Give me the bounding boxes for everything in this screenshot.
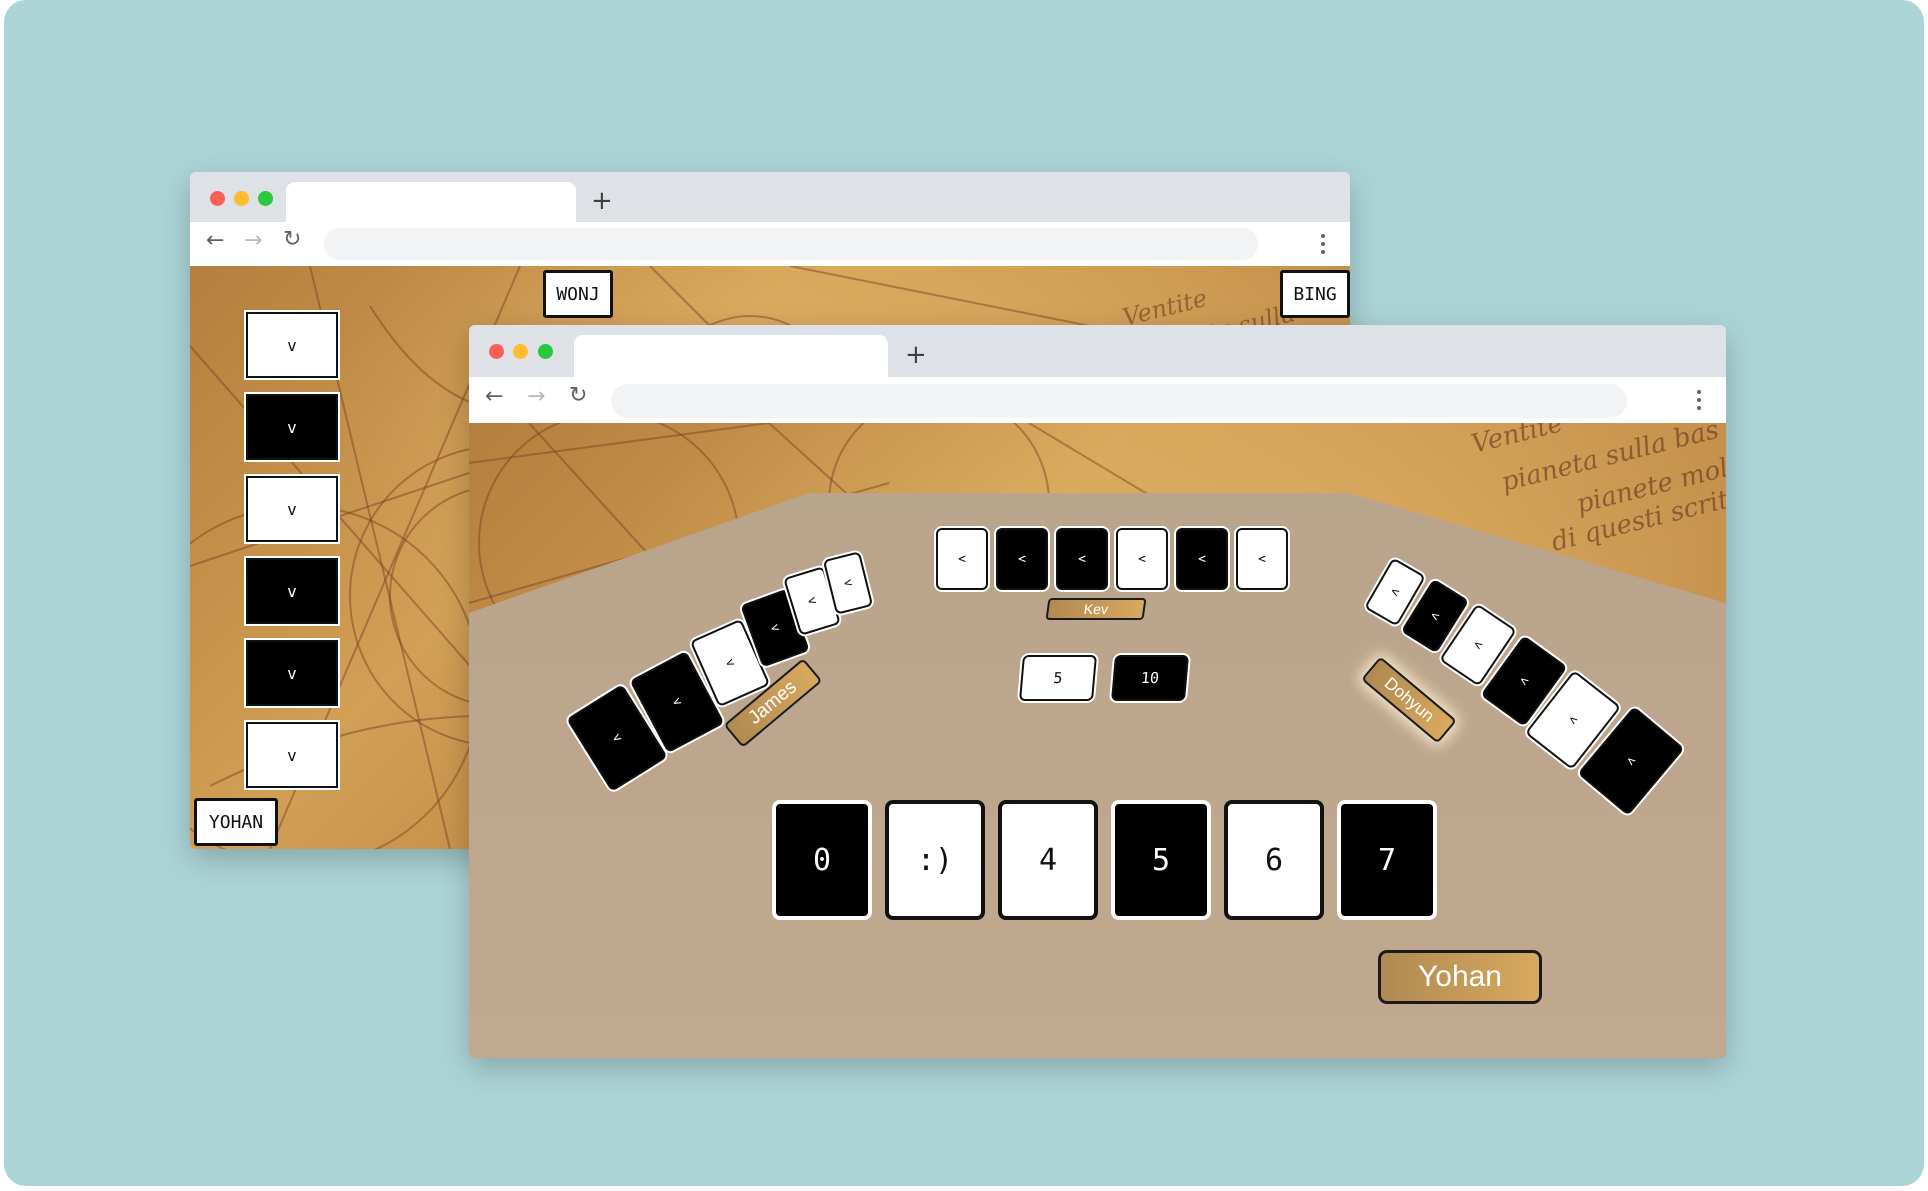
backdrop: + ← → ↻ Ventite WONJ BING YOHAN v v v v …: [4, 0, 1924, 1186]
close-window-icon[interactable]: [489, 344, 504, 359]
back-arrow-icon[interactable]: ←: [485, 386, 503, 408]
front-title-bar: +: [469, 325, 1726, 377]
face-down-card: v: [246, 558, 338, 624]
maximize-window-icon[interactable]: [538, 344, 553, 359]
player-name-yohan: YOHAN: [194, 798, 278, 846]
face-down-card: v: [246, 722, 338, 788]
back-title-bar: +: [190, 172, 1350, 222]
opponent-card: <: [1056, 528, 1108, 590]
front-toolbar: ← → ↻: [469, 377, 1726, 423]
face-down-card: v: [246, 640, 338, 706]
opponent-card: <: [936, 528, 988, 590]
center-card: 10: [1110, 655, 1190, 701]
my-hand-card[interactable]: 0: [772, 800, 872, 920]
minimize-window-icon[interactable]: [513, 344, 528, 359]
front-game-viewport: Ventite pianeta sulla bas pianete molto …: [469, 423, 1726, 1058]
opponent-nameplate-kev: Kev: [1045, 598, 1147, 620]
address-bar[interactable]: [324, 228, 1258, 260]
minimize-window-icon[interactable]: [234, 191, 249, 206]
my-hand-card[interactable]: 5: [1111, 800, 1211, 920]
new-tab-plus-icon[interactable]: +: [905, 342, 927, 368]
maximize-window-icon[interactable]: [258, 191, 273, 206]
forward-arrow-icon[interactable]: →: [244, 230, 262, 252]
face-down-card: v: [246, 312, 338, 378]
browser-menu-icon[interactable]: [1321, 234, 1325, 258]
reload-icon[interactable]: ↻: [283, 229, 301, 251]
my-hand-card[interactable]: 4: [998, 800, 1098, 920]
browser-menu-icon[interactable]: [1697, 390, 1701, 414]
forward-arrow-icon[interactable]: →: [527, 386, 545, 408]
player-name-wonj: WONJ: [543, 270, 613, 318]
face-down-card: v: [246, 476, 338, 542]
face-down-card: v: [246, 394, 338, 460]
opponent-card: <: [1176, 528, 1228, 590]
my-hand-card[interactable]: 7: [1337, 800, 1437, 920]
opponent-card: <: [996, 528, 1048, 590]
my-nameplate: Yohan: [1378, 950, 1542, 1004]
my-hand-card[interactable]: :): [885, 800, 985, 920]
bg-text-1: Ventite: [1468, 423, 1566, 460]
reload-icon[interactable]: ↻: [569, 385, 587, 407]
browser-tab[interactable]: [574, 335, 888, 377]
back-arrow-icon[interactable]: ←: [206, 230, 224, 252]
new-tab-plus-icon[interactable]: +: [591, 188, 613, 214]
browser-tab[interactable]: [286, 182, 576, 222]
my-hand-card[interactable]: 6: [1224, 800, 1324, 920]
back-toolbar: ← → ↻: [190, 222, 1350, 266]
address-bar[interactable]: [611, 384, 1627, 418]
player-name-bing: BING: [1280, 270, 1350, 318]
close-window-icon[interactable]: [210, 191, 225, 206]
front-browser-window: + ← → ↻ Ventite pianeta sulla bas pianet…: [469, 325, 1726, 1058]
opponent-card: <: [1116, 528, 1168, 590]
center-card: 5: [1018, 655, 1098, 701]
opponent-card: <: [1236, 528, 1288, 590]
